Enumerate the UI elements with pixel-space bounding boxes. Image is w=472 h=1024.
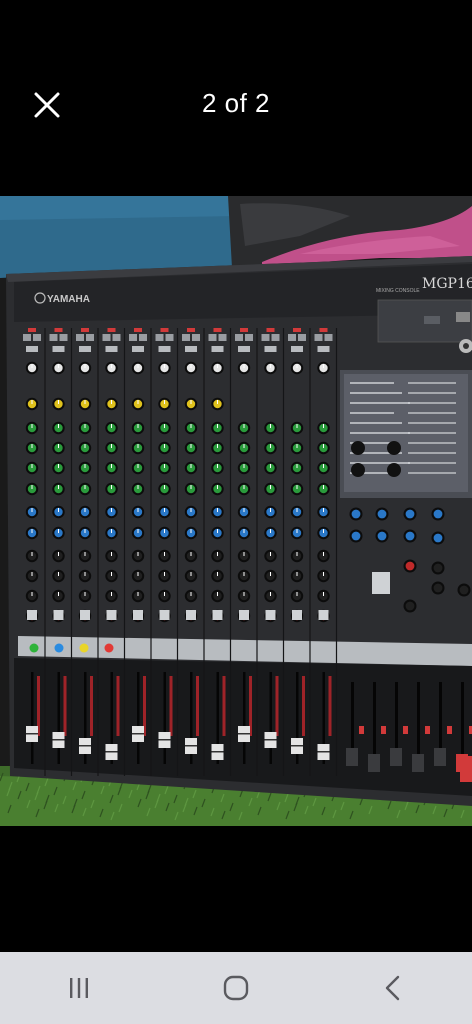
back-button[interactable]: [353, 958, 433, 1018]
recents-icon: [69, 978, 88, 998]
home-button[interactable]: [196, 958, 276, 1018]
viewer-header: 2 of 2: [0, 0, 472, 196]
recents-button[interactable]: [39, 958, 119, 1018]
image-counter: 2 of 2: [201, 88, 271, 118]
back-icon: [386, 975, 400, 1001]
console-label: MIXING CONSOLE: [376, 288, 420, 294]
mixer-photo[interactable]: YAMAHA MIXING CONSOLE MGP16: [0, 196, 472, 826]
brand-text: YAMAHA: [47, 294, 90, 305]
home-icon: [223, 975, 249, 1001]
system-nav-bar: [0, 952, 472, 1024]
model-text: MGP16: [422, 276, 472, 292]
